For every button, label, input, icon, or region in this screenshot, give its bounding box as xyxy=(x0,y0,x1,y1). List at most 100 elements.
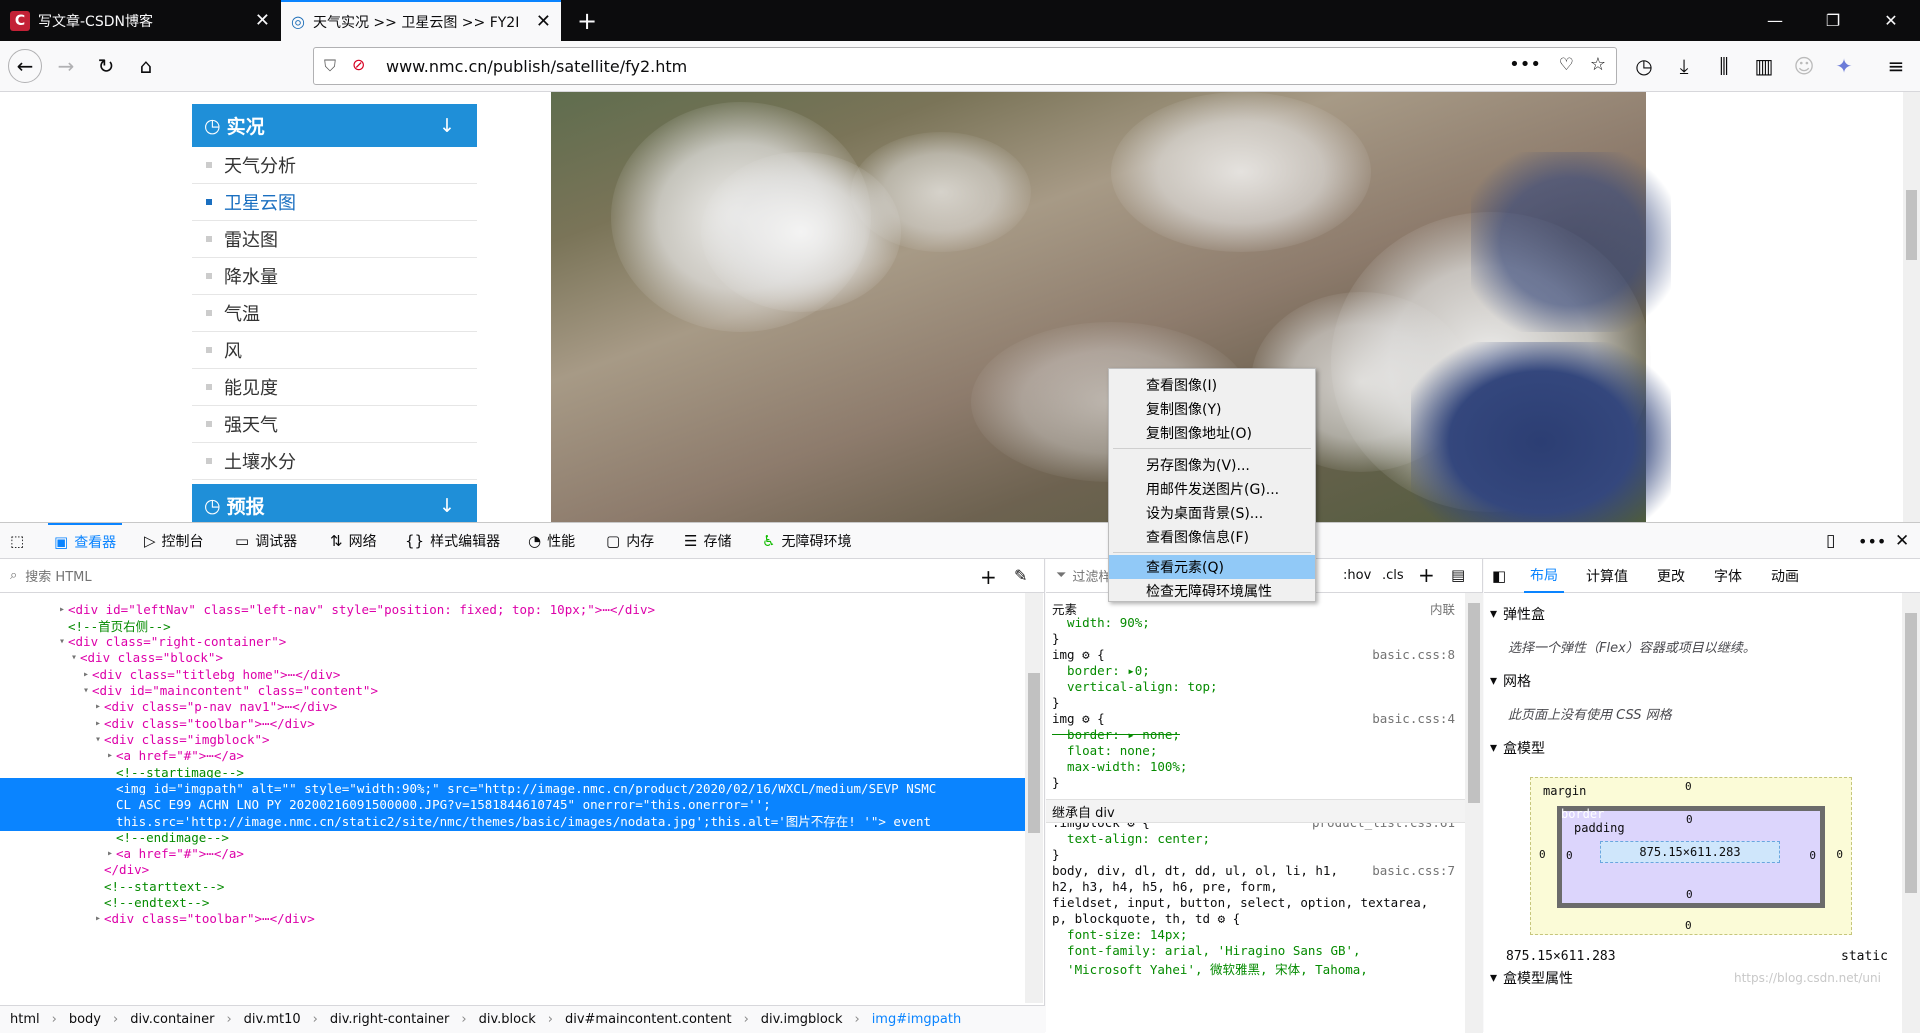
cls-button[interactable]: .cls xyxy=(1382,568,1404,583)
tab-network[interactable]: ⇅ 网络 xyxy=(330,523,377,559)
margin-left-value[interactable]: 0 xyxy=(1539,848,1546,861)
forecast-header[interactable]: ◷ 预报 ↓ xyxy=(192,484,477,522)
rule-line[interactable]: body, div, dl, dt, dd, ul, ol, li, h1, xyxy=(1052,863,1338,878)
nav-item-visibility[interactable]: 能见度 xyxy=(192,369,477,406)
expand-toggle-icon[interactable]: ▸ xyxy=(56,604,68,615)
tab-style-editor[interactable]: {} 样式编辑器 xyxy=(405,523,500,559)
menu-item-set-as-background[interactable]: 设为桌面背景(S)... xyxy=(1109,501,1315,525)
rule-line[interactable]: img ⚙ { xyxy=(1052,647,1105,662)
sidebar-button[interactable]: ▥ xyxy=(1747,49,1781,83)
search-input[interactable]: 搜索 HTML xyxy=(25,566,91,585)
element-picker-button[interactable]: ⬚ xyxy=(10,523,24,559)
expand-toggle-icon[interactable]: ▸ xyxy=(92,718,104,729)
close-tab-icon[interactable]: ✕ xyxy=(255,10,270,31)
scrollbar-thumb[interactable] xyxy=(1028,673,1040,833)
menu-item-inspect-element[interactable]: 查看元素(Q) xyxy=(1109,555,1315,579)
tab-accessibility[interactable]: ♿ 无障碍环境 xyxy=(762,523,851,559)
expand-toggle-icon[interactable]: ▾ xyxy=(56,636,68,647)
url-text[interactable]: www.nmc.cn/publish/satellite/fy2.htm xyxy=(386,57,687,76)
menu-item-inspect-accessibility[interactable]: 检查无障碍环境属性 xyxy=(1109,579,1315,603)
rule-line[interactable]: max-width: 100%; xyxy=(1052,759,1187,774)
breadcrumb-item[interactable]: img#imgpath xyxy=(872,1012,962,1027)
rule-line[interactable]: float: none; xyxy=(1052,743,1157,758)
rule-line[interactable]: } xyxy=(1052,775,1060,790)
rule-line[interactable]: border: ▸0; xyxy=(1052,663,1150,678)
add-rule-button[interactable]: + xyxy=(1418,563,1435,587)
rule-line[interactable]: } xyxy=(1052,847,1060,862)
margin-bottom-value[interactable]: 0 xyxy=(1685,919,1692,932)
box-model-section[interactable]: ▾ 盒模型 xyxy=(1490,733,1545,763)
tab-storage[interactable]: ☰ 存储 xyxy=(684,523,731,559)
nav-item-radar[interactable]: 雷达图 xyxy=(192,221,477,258)
tab-changes[interactable]: 更改 xyxy=(1657,559,1685,593)
add-node-button[interactable]: + xyxy=(980,565,997,589)
rule-source-link[interactable]: basic.css:7 xyxy=(1372,863,1455,878)
rule-line[interactable]: font-family: arial, 'Hiragino Sans GB', xyxy=(1052,943,1361,958)
tab-nmc[interactable]: ◎ 天气实况 >> 卫星云图 >> FY2E ✕ xyxy=(281,0,561,41)
box-model-border[interactable]: border padding 0 0 0 0 875.15×611.283 xyxy=(1557,806,1825,908)
box-model-margin[interactable]: margin 0 0 0 0 border padding 0 0 0 0 87… xyxy=(1530,777,1852,935)
pocket-icon[interactable]: ♡ xyxy=(1559,55,1574,75)
menu-item-copy-image[interactable]: 复制图像(Y) xyxy=(1109,397,1315,421)
rule-source-link[interactable]: basic.css:4 xyxy=(1372,711,1455,726)
bookmark-star-icon[interactable]: ☆ xyxy=(1590,54,1606,75)
breadcrumb-item[interactable]: div#maincontent.content xyxy=(565,1012,732,1027)
insecure-lock-icon[interactable]: ⊘ xyxy=(352,55,365,74)
expand-toggle-icon[interactable]: ▸ xyxy=(104,848,116,859)
tab-memory[interactable]: ▢ 内存 xyxy=(606,523,654,559)
forward-button[interactable]: → xyxy=(49,49,83,83)
devtools-menu-button[interactable]: ••• xyxy=(1858,523,1886,559)
library-button[interactable]: ⫼ xyxy=(1707,49,1741,83)
page-scrollbar[interactable] xyxy=(1903,92,1920,522)
rule-line[interactable]: font-size: 14px; xyxy=(1052,927,1187,942)
rule-line[interactable]: text-align: center; xyxy=(1052,831,1210,846)
new-tab-button[interactable]: + xyxy=(567,0,607,41)
satellite-image[interactable] xyxy=(551,92,1671,522)
menu-item-email-image[interactable]: 用邮件发送图片(G)... xyxy=(1109,477,1315,501)
reload-button[interactable]: ↻ xyxy=(89,49,123,83)
tab-debugger[interactable]: ▭ 调试器 xyxy=(235,523,297,559)
scrollbar-thumb[interactable] xyxy=(1905,613,1917,893)
layout-scrollbar[interactable] xyxy=(1902,593,1920,1033)
breadcrumb-item[interactable]: html xyxy=(10,1012,40,1027)
rule-line[interactable]: 'Microsoft Yahei', 微软雅黑, 宋体, Tahoma, xyxy=(1052,959,1368,978)
tab-animations[interactable]: 动画 xyxy=(1771,559,1799,593)
rule-line[interactable]: p, blockquote, th, td ⚙ { xyxy=(1052,911,1240,926)
shield-icon[interactable]: ⛉ xyxy=(324,56,336,76)
rule-line[interactable]: fieldset, input, button, select, option,… xyxy=(1052,895,1428,910)
hov-button[interactable]: :hov xyxy=(1343,568,1371,583)
rule-line[interactable]: width: 90%; xyxy=(1052,615,1150,630)
tab-fonts[interactable]: 字体 xyxy=(1714,559,1742,593)
eyedropper-icon[interactable]: ✎ xyxy=(1014,566,1027,585)
tab-computed[interactable]: 计算值 xyxy=(1586,559,1628,593)
menu-item-view-image-info[interactable]: 查看图像信息(F) xyxy=(1109,525,1315,549)
rule-line[interactable]: h2, h3, h4, h5, h6, pre, form, xyxy=(1052,879,1278,894)
grid-section[interactable]: ▾ 网格 xyxy=(1490,666,1531,696)
tab-csdn[interactable]: C 写文章-CSDN博客 ✕ xyxy=(0,0,280,41)
content-size[interactable]: 875.15×611.283 xyxy=(1600,841,1780,863)
breadcrumb-item[interactable]: div.imgblock xyxy=(761,1012,843,1027)
page-actions-icon[interactable]: ••• xyxy=(1509,54,1541,75)
toggle-pane-icon[interactable]: ◧ xyxy=(1492,559,1506,593)
history-button[interactable]: ◷ xyxy=(1627,49,1661,83)
rule-line[interactable]: vertical-align: top; xyxy=(1052,679,1218,694)
close-devtools-button[interactable]: ✕ xyxy=(1895,523,1909,559)
padding-left-value[interactable]: 0 xyxy=(1566,849,1573,862)
menu-item-save-image-as[interactable]: 另存图像为(V)... xyxy=(1109,453,1315,477)
tab-console[interactable]: ▷ 控制台 xyxy=(144,523,204,559)
nav-item-precipitation[interactable]: 降水量 xyxy=(192,258,477,295)
minimize-button[interactable]: — xyxy=(1746,0,1804,41)
margin-top-value[interactable]: 0 xyxy=(1685,780,1692,793)
menu-item-copy-image-address[interactable]: 复制图像地址(O) xyxy=(1109,421,1315,445)
box-model-padding[interactable]: padding 0 0 0 0 875.15×611.283 xyxy=(1562,811,1820,903)
tab-performance[interactable]: ◔ 性能 xyxy=(528,523,575,559)
markup-node[interactable]: ▸ <div class="toolbar">⋯</div> xyxy=(0,909,315,929)
nav-item-wind[interactable]: 风 xyxy=(192,332,477,369)
print-media-icon[interactable]: ▤ xyxy=(1451,566,1465,584)
restore-button[interactable]: ❐ xyxy=(1804,0,1862,41)
close-tab-icon[interactable]: ✕ xyxy=(536,11,551,32)
markup-scrollbar[interactable] xyxy=(1025,593,1043,1003)
rule-source-link[interactable]: basic.css:8 xyxy=(1372,647,1455,662)
rule-line[interactable]: img ⚙ { xyxy=(1052,711,1105,726)
rule-line[interactable]: } xyxy=(1052,695,1060,710)
